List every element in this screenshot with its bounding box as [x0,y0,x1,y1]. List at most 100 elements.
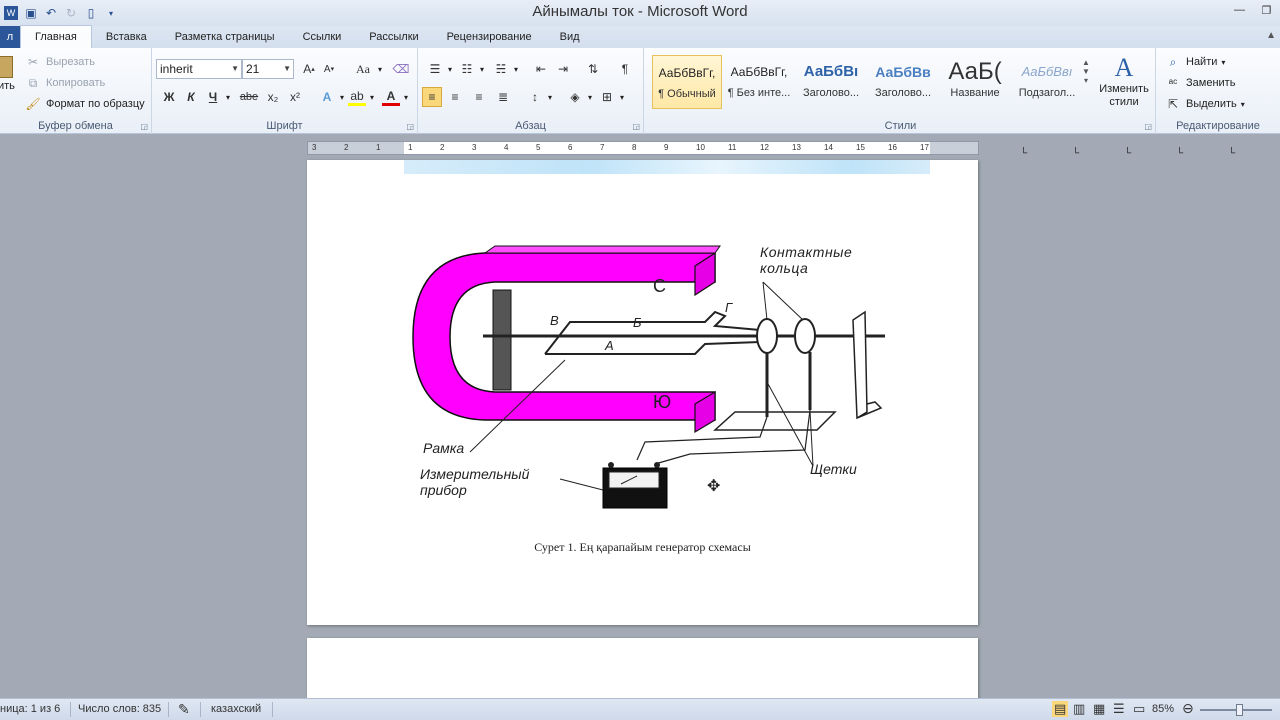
copy-button[interactable]: ⧉ Копировать [24,74,106,92]
base-plate [713,411,837,431]
word-count[interactable]: Число слов: 835 [78,703,161,715]
customize-toolbar-icon[interactable]: ▾ [104,6,118,20]
ruler-number: 17 [920,143,929,152]
zoom-level[interactable]: 85% [1152,703,1174,715]
format-painter-button[interactable]: 🖌 Формат по образцу [24,95,144,113]
show-marks-button[interactable]: ¶ [616,60,634,78]
change-case-button[interactable]: Aa ▾ [352,60,382,78]
print-layout-icon[interactable]: ▤ [1052,701,1069,717]
numbering-button[interactable]: ☷ ▾ [458,60,484,78]
replace-button[interactable]: ᵃᶜ Заменить [1164,74,1236,92]
styles-launcher-icon[interactable]: ◲ [1144,122,1152,131]
zoom-out-icon[interactable]: ⊖ [1182,700,1194,717]
ribbon-collapse-icon[interactable]: ▲ [1266,30,1276,41]
increase-indent-button[interactable]: ⇥ [554,60,572,78]
change-styles-button[interactable]: A Изменить стили [1098,54,1150,109]
chevron-down-icon: ▼ [231,64,239,73]
borders-button[interactable]: ⊞ ▾ [598,88,624,106]
subscript-button[interactable]: x₂ [264,88,282,106]
zoom-slider-thumb[interactable] [1236,704,1243,716]
horizontal-ruler[interactable]: 3 2 1 1 2 3 4 5 6 7 8 9 10 11 12 13 14 15 16 17 [307,141,979,155]
paragraph-launcher-icon[interactable]: ◲ [632,122,640,131]
tab-review[interactable]: Рецензирование [433,26,546,48]
shading-button[interactable]: ◈ ▾ [566,88,592,106]
tab-view[interactable]: Вид [546,26,594,48]
line-spacing-button[interactable]: ↕ ▾ [526,88,552,106]
ruler-number: 15 [856,143,865,152]
italic-button[interactable]: К [182,88,200,106]
tab-insert[interactable]: Вставка [92,26,161,48]
decrease-indent-button[interactable]: ⇤ [532,60,550,78]
ruler-number: 8 [632,143,637,152]
numbering-icon: ☷ [461,62,473,76]
tab-references[interactable]: Ссылки [289,26,356,48]
spelling-check-icon[interactable]: ✎ [178,701,190,718]
select-button[interactable]: ⇱ Выделить ▾ [1164,95,1245,113]
word-icon[interactable]: W [4,6,18,20]
sort-button[interactable]: ⇅ [584,60,602,78]
ruler-number: 6 [568,143,573,152]
style-name: Заголово... [802,87,860,99]
meter-terminal-2 [654,462,660,468]
font-launcher-icon[interactable]: ◲ [406,122,414,131]
multilevel-list-button[interactable]: ☵ ▾ [492,60,518,78]
save-icon[interactable]: ▣ [24,6,38,20]
tab-mailings[interactable]: Рассылки [355,26,432,48]
style-subtitle[interactable]: АаБбВвı Подзагол... [1012,55,1082,109]
document-page[interactable]: С Ю В Б А Г Контактные кольца Рамка Изме… [307,160,978,625]
font-size-combo[interactable]: 21 ▼ [242,59,294,79]
highlight-button[interactable]: ab ▾ [348,88,374,106]
draft-icon[interactable]: ▭ [1133,701,1145,717]
tab-page-layout[interactable]: Разметка страницы [161,26,289,48]
new-document-icon[interactable]: ▯ [84,6,98,20]
document-page-2[interactable] [307,638,978,700]
superscript-button[interactable]: x² [286,88,304,106]
redo-icon[interactable]: ↻ [64,6,78,20]
full-screen-reading-icon[interactable]: ▥ [1073,701,1085,717]
page-indicator[interactable]: ница: 1 из 6 [0,703,60,715]
bullets-button[interactable]: ☰ ▾ [426,60,452,78]
font-name-combo[interactable]: inherit ▼ [156,59,242,79]
subscript-icon: x₂ [267,90,279,104]
clipboard-group-label: Буфер обмена [38,120,113,132]
more-styles-icon: ▾ [1083,76,1088,85]
bold-button[interactable]: Ж [160,88,178,106]
style-no-spacing[interactable]: АаБбВвГг, ¶ Без инте... [724,55,794,109]
line-spacing-icon: ↕ [532,90,538,104]
slip-ring-2 [794,318,816,354]
clear-formatting-button[interactable]: ⌫ [392,60,410,78]
web-layout-icon[interactable]: ▦ [1093,701,1105,717]
text-effects-button[interactable]: A ▾ [318,88,344,106]
find-button[interactable]: ⌕ Найти ▾ [1164,53,1226,71]
copy-icon: ⧉ [28,75,38,90]
shrink-font-button[interactable]: A ▾ [320,60,338,78]
minimize-icon[interactable]: — [1226,0,1253,20]
tab-file[interactable]: л [0,26,20,48]
style-heading-2[interactable]: АаБбВв Заголово... [868,55,938,109]
strikethrough-button[interactable]: abe [238,88,260,106]
paste-button[interactable]: ить [0,56,15,92]
outline-icon[interactable]: ☰ [1113,701,1125,717]
grow-font-button[interactable]: A ▴ [300,60,318,78]
cut-button[interactable]: ✂ Вырезать [24,53,95,71]
underline-button[interactable]: Ч ▾ [204,88,230,106]
align-left-button[interactable]: ≡ [422,87,442,107]
restore-icon[interactable]: ❐ [1253,0,1280,20]
chevron-down-icon: ▾ [340,92,345,102]
language-indicator[interactable]: казахский [211,703,261,715]
ruler-right-margin [930,142,978,154]
tab-home[interactable]: Главная [20,25,92,48]
style-heading-1[interactable]: АаБбВı Заголово... [796,55,866,109]
style-name: ¶ Обычный [658,88,716,100]
style-title[interactable]: АаБ( Название [940,55,1010,109]
font-color-button[interactable]: A ▾ [382,88,408,106]
styles-scroll[interactable]: ▲ ▼ ▾ [1082,58,1090,85]
justify-button[interactable]: ≣ [494,88,512,106]
style-normal[interactable]: АаБбВвГг, ¶ Обычный [652,55,722,109]
clipboard-launcher-icon[interactable]: ◲ [140,122,148,131]
chevron-down-icon: ▾ [514,64,519,74]
align-center-button[interactable]: ≡ [446,88,464,106]
undo-icon[interactable]: ↶ [44,6,58,20]
zoom-slider[interactable] [1200,704,1272,716]
align-right-button[interactable]: ≡ [470,88,488,106]
